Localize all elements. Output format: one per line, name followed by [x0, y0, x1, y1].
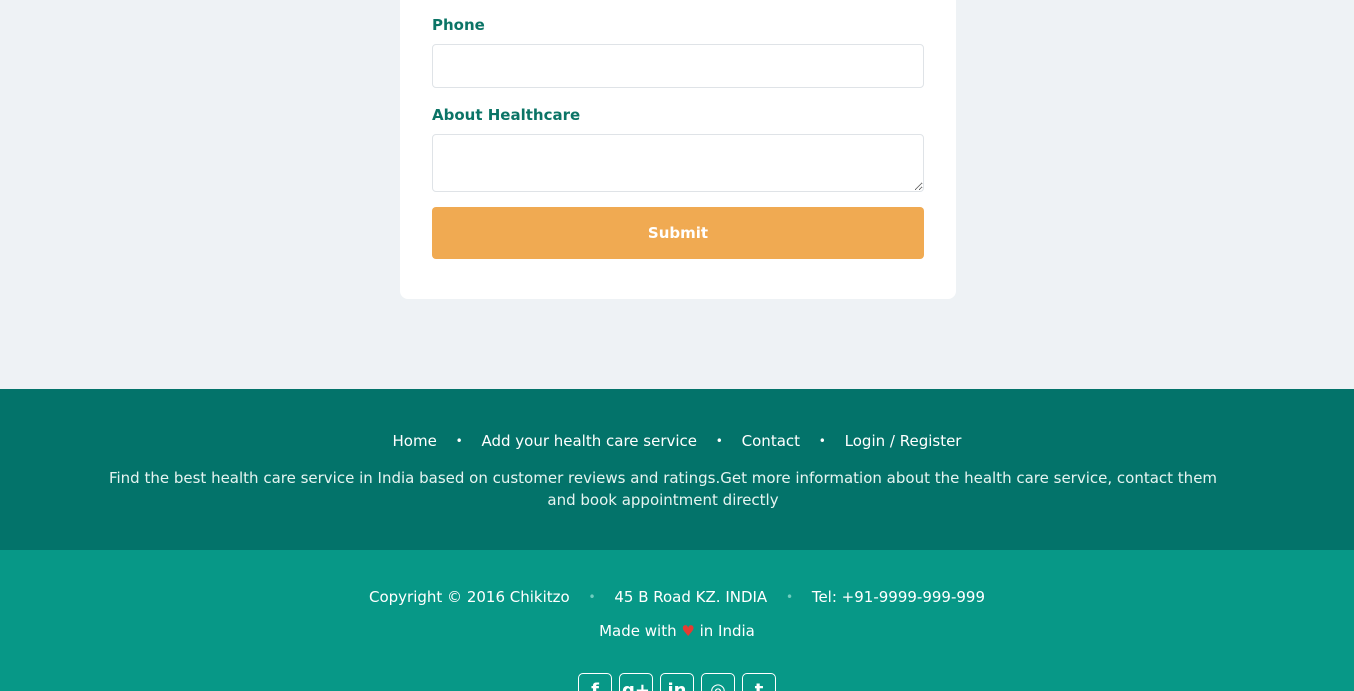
heart-icon: ♥ — [681, 622, 695, 640]
phone-text: Tel: +91-9999-999-999 — [811, 588, 986, 606]
copyright-text: Copyright © 2016 Chikitzo — [368, 588, 570, 606]
contact-form-card: Phone About Healthcare Submit — [400, 0, 956, 299]
submit-button[interactable]: Submit — [432, 207, 924, 259]
made-with-prefix: Made with — [599, 622, 677, 640]
nav-separator: • — [818, 434, 826, 448]
footer-info: Copyright © 2016 Chikitzo • 45 B Road KZ… — [0, 587, 1354, 607]
social-links: f g+ in ◎ t — [578, 673, 776, 691]
info-separator: • — [785, 590, 794, 604]
footer-description: Find the best health care service in Ind… — [108, 469, 1218, 509]
made-with-line: Made with ♥ in India — [0, 621, 1354, 641]
address-text: 45 B Road KZ. INDIA — [614, 588, 768, 606]
phone-label: Phone — [432, 16, 485, 34]
nav-separator: • — [455, 434, 463, 448]
facebook-icon[interactable]: f — [578, 673, 612, 691]
instagram-icon[interactable]: ◎ — [701, 673, 735, 691]
footer-bottom: Copyright © 2016 Chikitzo • 45 B Road KZ… — [0, 550, 1354, 691]
linkedin-icon[interactable]: in — [660, 673, 694, 691]
footer-link-contact[interactable]: Contact — [742, 432, 800, 450]
about-healthcare-label: About Healthcare — [432, 106, 581, 124]
nav-separator: • — [715, 434, 723, 448]
made-with-suffix: in India — [699, 622, 755, 640]
tumblr-icon[interactable]: t — [742, 673, 776, 691]
footer-link-add-service[interactable]: Add your health care service — [481, 432, 697, 450]
footer-link-login-register[interactable]: Login / Register — [845, 432, 962, 450]
phone-input[interactable] — [432, 44, 924, 88]
info-separator: • — [588, 590, 596, 604]
footer-nav: Home • Add your health care service • Co… — [0, 431, 1354, 451]
google-plus-icon[interactable]: g+ — [619, 673, 653, 691]
about-healthcare-textarea[interactable] — [432, 134, 924, 192]
footer-top: Home • Add your health care service • Co… — [0, 389, 1354, 550]
footer-link-home[interactable]: Home — [393, 432, 437, 450]
